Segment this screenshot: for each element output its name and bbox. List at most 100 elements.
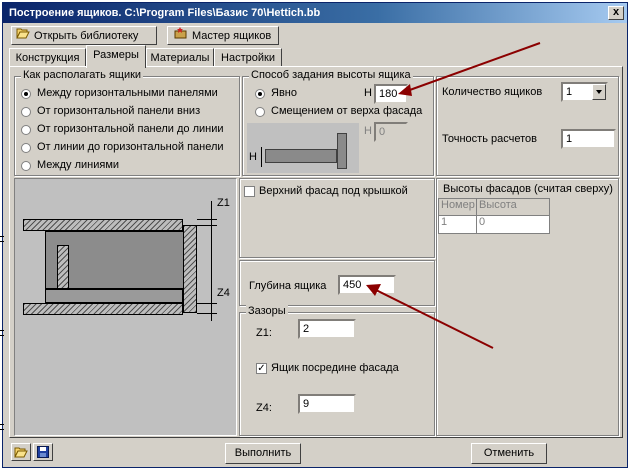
open-library-label: Открыть библиотеку <box>34 29 139 42</box>
folder-open-icon <box>16 27 30 45</box>
tab-construction-label: Конструкция <box>15 52 80 64</box>
tab-sizes-label: Размеры <box>93 49 139 61</box>
run-button[interactable]: Выполнить <box>225 443 301 464</box>
checkbox-icon <box>244 186 255 197</box>
gap-z1-input[interactable]: 2 <box>298 319 356 339</box>
tab-materials[interactable]: Материалы <box>146 48 214 67</box>
placement-group: Как располагать ящики Между горизонтальн… <box>14 69 240 176</box>
radio-icon <box>21 89 31 99</box>
height-mode-title: Способ задания высоты ящика <box>249 69 413 81</box>
floppy-disk-icon <box>37 446 49 461</box>
tab-settings-label: Настройки <box>221 52 275 64</box>
radio-icon <box>21 143 31 153</box>
chevron-down-icon[interactable] <box>592 84 606 100</box>
column-header-label: Высота <box>479 199 517 211</box>
cancel-button[interactable]: Отменить <box>471 443 547 464</box>
open-library-button[interactable]: Открыть библиотеку <box>11 26 157 45</box>
depth-label: Глубина ящика <box>249 280 327 292</box>
placement-group-title: Как располагать ящики <box>21 69 144 81</box>
tab-settings[interactable]: Настройки <box>214 48 282 67</box>
placement-option-label: От горизонтальной панели до линии <box>37 123 224 135</box>
tab-materials-label: Материалы <box>150 52 210 64</box>
drawer-count-value: 1 <box>566 86 573 98</box>
placement-option-label: Между горизонтальными панелями <box>37 87 218 99</box>
facade-heights-table[interactable]: Номер Высота 1 0 <box>438 198 550 234</box>
facade-shape <box>337 133 347 169</box>
top-panel-shape <box>23 219 183 231</box>
drawer-side-shape <box>265 149 337 163</box>
height-dimension-line <box>261 147 262 167</box>
height-offset-label: Смещением от верха фасада <box>271 105 423 117</box>
gaps-group: Зазоры Z1: 2 ✓ Ящик посредине фасада Z4:… <box>239 305 435 436</box>
drawer-wizard-label: Мастер ящиков <box>192 29 272 42</box>
gap-z4-value: 9 <box>303 398 310 410</box>
open-file-button[interactable] <box>11 443 31 461</box>
middle-drawer-label: Ящик посредине фасада <box>271 362 399 374</box>
facade-heights-group: Высоты фасадов (считая сверху) Номер Выс… <box>436 178 619 436</box>
drawer-back-shape <box>57 245 69 289</box>
bottom-panel-shape <box>23 303 183 315</box>
dialog-window: Построение ящиков. C:\Program Files\Бази… <box>2 2 628 468</box>
height-h2-label: H <box>364 125 372 137</box>
tab-construction[interactable]: Конструкция <box>9 48 86 67</box>
run-button-label: Выполнить <box>234 447 292 459</box>
radio-icon <box>21 107 31 117</box>
height-h-label: H <box>364 87 372 99</box>
radio-icon <box>21 161 31 171</box>
height-diagram: H <box>247 123 359 173</box>
drawer-diagram: Z1 Z4 <box>14 178 237 436</box>
height-h2-value: 0 <box>379 126 386 138</box>
height-explicit-label: Явно <box>271 87 297 99</box>
column-header-label: Номер <box>441 199 475 211</box>
radio-icon <box>21 125 31 135</box>
depth-group: Глубина ящика 450 <box>239 260 435 306</box>
gap-z4-label: Z4: <box>256 402 272 414</box>
precision-input[interactable]: 1 <box>561 129 616 149</box>
height-mode-group: Способ задания высоты ящика Явно H 180 С… <box>242 69 434 176</box>
gap-z1-value: 2 <box>303 323 310 335</box>
facade-heights-title: Высоты фасадов (считая сверху) <box>443 183 613 195</box>
column-header-number: Номер <box>439 199 477 216</box>
dimension-tick <box>197 303 217 304</box>
precision-value: 1 <box>566 133 573 145</box>
drawer-count-select[interactable]: 1 <box>561 82 608 102</box>
cell-value: 1 <box>441 216 448 228</box>
placement-option-label: От горизонтальной панели вниз <box>37 105 201 117</box>
edge-mark <box>0 236 4 242</box>
count-group: Количество ящиков 1 Точность расчетов 1 <box>436 76 619 176</box>
height-h2-input[interactable]: 0 <box>374 122 408 142</box>
depth-input[interactable]: 450 <box>338 275 396 295</box>
tab-sizes[interactable]: Размеры <box>86 45 146 68</box>
dimension-tick <box>197 313 217 314</box>
dimension-tick <box>197 219 217 220</box>
table-cell[interactable]: 0 <box>477 216 549 233</box>
height-h-input[interactable]: 180 <box>374 84 408 104</box>
radio-icon <box>255 89 265 99</box>
drawer-count-label: Количество ящиков <box>442 86 543 98</box>
save-file-button[interactable] <box>33 443 53 461</box>
gaps-title: Зазоры <box>246 305 288 317</box>
window-title: Построение ящиков. C:\Program Files\Бази… <box>9 7 321 19</box>
radio-icon <box>255 107 265 117</box>
checkmark-icon: ✓ <box>256 363 267 374</box>
z1-dimension-label: Z1 <box>217 197 230 209</box>
title-bar: Построение ящиков. C:\Program Files\Бази… <box>3 3 627 23</box>
drawer-wizard-button[interactable]: Мастер ящиков <box>167 26 279 45</box>
cell-value: 0 <box>479 216 486 228</box>
z4-dimension-label: Z4 <box>217 287 230 299</box>
depth-value: 450 <box>343 279 362 291</box>
placement-option-label: Между линиями <box>37 159 120 171</box>
edge-mark <box>0 424 4 430</box>
dimension-tick <box>197 225 217 226</box>
folder-open-icon <box>14 446 28 461</box>
height-diagram-label: H <box>249 151 257 163</box>
close-button[interactable]: x <box>608 6 624 20</box>
gap-z4-input[interactable]: 9 <box>298 394 356 414</box>
column-header-height: Высота <box>477 199 549 216</box>
close-icon: x <box>612 6 620 18</box>
placement-option-label: От линии до горизонтальной панели <box>37 141 224 153</box>
wizard-icon <box>174 27 188 45</box>
height-h-value: 180 <box>379 88 398 100</box>
drawer-bottom-shape <box>45 289 183 303</box>
precision-label: Точность расчетов <box>442 133 537 145</box>
